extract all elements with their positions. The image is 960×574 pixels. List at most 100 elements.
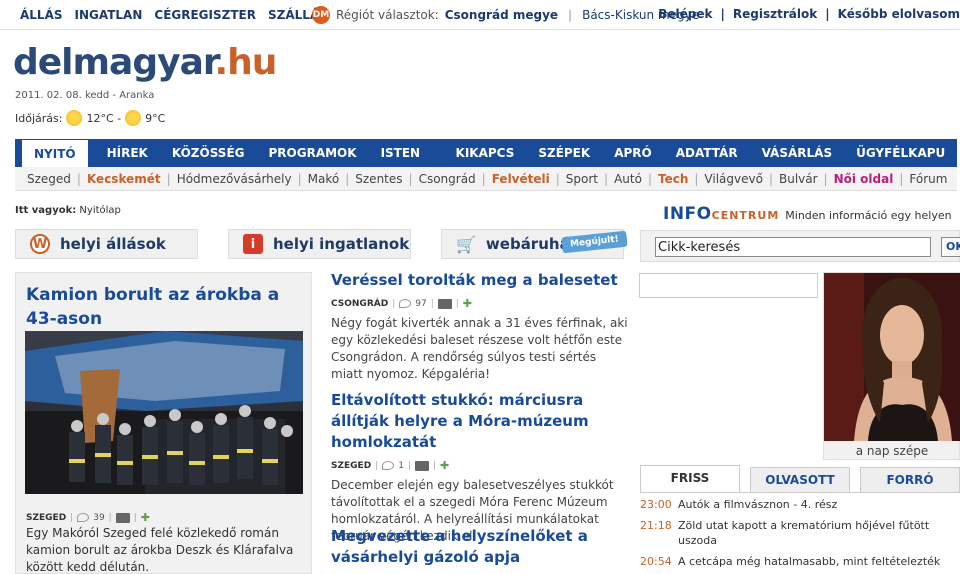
- list-item[interactable]: 20:54 A cetcápa még hatalmasabb, mint fe…: [640, 554, 960, 569]
- featured-city[interactable]: SZEGED: [26, 513, 66, 523]
- breadcrumb-prefix: Itt vagyok:: [15, 205, 77, 216]
- subnav-item[interactable]: Csongrád: [413, 172, 482, 186]
- tab-friss[interactable]: FRISS: [640, 465, 740, 493]
- divider: [640, 492, 960, 493]
- divider: |: [407, 460, 411, 471]
- weather-temp-1: 12°C -: [86, 111, 122, 125]
- sub-nav: Szeged | Kecskemét | Hódmezővásárhely | Makó | S…: [15, 167, 957, 191]
- tab-olvasott[interactable]: OLVASOTT: [750, 467, 850, 493]
- subnav-item[interactable]: Kecskemét: [81, 172, 167, 186]
- subnav-item[interactable]: Makó: [302, 172, 346, 186]
- article-title[interactable]: Megvezette a helyszínelőket a vásárhelyi…: [331, 526, 631, 568]
- infocentrum-logo[interactable]: INFOCENTRUM: [663, 204, 779, 224]
- subnav-item[interactable]: Felvételi: [486, 172, 556, 186]
- article-city[interactable]: CSONGRÁD: [331, 299, 388, 309]
- logo-name: delmagyar: [13, 42, 215, 83]
- nav-item-kikapcs[interactable]: KIKAPCS: [444, 139, 527, 167]
- news-title[interactable]: Autók a filmvásznon - 4. rész: [678, 497, 837, 512]
- news-tabs: FRISS OLVASOTT FORRÓ 23:00 Autók a filmv…: [640, 465, 960, 574]
- top-link-cegregiszter[interactable]: CÉGREGISZTER: [154, 8, 256, 22]
- news-title[interactable]: Zöld utat kapott a krematórium hőjével f…: [678, 518, 960, 548]
- featured-title[interactable]: Kamion borult az árokba a 43-ason: [26, 283, 306, 331]
- nav-item-apro[interactable]: APRÓ: [602, 139, 664, 167]
- realestate-promo-button[interactable]: i helyi ingatlanok: [228, 229, 411, 259]
- region-selector: DM Régiót választok: Csongrád megye | Bá…: [312, 6, 699, 24]
- register-link[interactable]: Regisztrálok: [733, 7, 817, 21]
- divider: |: [133, 512, 137, 523]
- camera-icon: [437, 298, 452, 309]
- divider: |: [568, 8, 573, 22]
- featured-lead: Egy Makóról Szeged felé közlekedő román …: [26, 526, 294, 574]
- article-lead: Négy fogát kiverték annak a 31 éves férf…: [331, 316, 628, 381]
- nav-item-vasarlas[interactable]: VÁSÁRLÁS: [750, 139, 845, 167]
- nav-item-hirek[interactable]: HÍREK: [95, 139, 160, 167]
- featured-photo[interactable]: [25, 331, 303, 494]
- top-links: ÁLLÁS INGATLAN CÉGREGISZTER SZÁLLÁS: [20, 8, 328, 22]
- divider: |: [433, 460, 437, 471]
- share-plus-icon[interactable]: ✚: [440, 459, 449, 472]
- nav-item-programok[interactable]: PROGRAMOK: [257, 139, 369, 167]
- news-title[interactable]: A cetcápa még hatalmasabb, mint feltétel…: [678, 554, 940, 569]
- subnav-item[interactable]: Hódmezővásárhely: [171, 172, 298, 186]
- shopping-cart-icon: 🛒: [456, 234, 476, 254]
- article-title[interactable]: Veréssel torolták meg a balesetet: [331, 270, 631, 291]
- subnav-item[interactable]: Autó: [608, 172, 648, 186]
- divider: |: [430, 298, 434, 309]
- subnav-item[interactable]: Szeged: [21, 172, 77, 186]
- search-panel: OK: [640, 230, 960, 262]
- top-link-ingatlan[interactable]: INGATLAN: [75, 8, 143, 22]
- current-date: 2011. 02. 08. kedd - Aranka: [15, 90, 155, 101]
- list-item[interactable]: 23:00 Autók a filmvásznon - 4. rész: [640, 497, 960, 512]
- article-item: Megvezette a helyszínelőket a vásárhelyi…: [331, 526, 631, 568]
- subnav-item[interactable]: Sport: [560, 172, 604, 186]
- comment-icon: [382, 461, 395, 470]
- featured-comment-count[interactable]: 39: [93, 513, 104, 523]
- main-nav: NYITÓ HÍREK KÖZÖSSÉG PROGRAMOK ISTEN HOZ…: [15, 139, 957, 188]
- divider: |: [70, 512, 74, 523]
- breadcrumb-page[interactable]: Nyitólap: [79, 205, 120, 216]
- login-link[interactable]: Belépek: [658, 7, 712, 21]
- article-title[interactable]: Eltávolított stukkó: márciusra állítják …: [331, 390, 631, 453]
- subnav-item[interactable]: Bulvár: [773, 172, 824, 186]
- subnav-item[interactable]: Női oldal: [828, 172, 900, 186]
- subnav-item[interactable]: Fórum: [903, 172, 953, 186]
- region-label: Régiót választok:: [336, 8, 439, 22]
- article-comment-count[interactable]: 97: [415, 299, 426, 309]
- share-plus-icon[interactable]: ✚: [463, 297, 472, 310]
- featured-meta: SZEGED | 39 | | ✚: [26, 511, 150, 524]
- article-meta: SZEGED | 1 | | ✚: [331, 459, 631, 472]
- search-button[interactable]: OK: [941, 237, 960, 257]
- article-item: Veréssel torolták meg a balesetet CSONGR…: [331, 270, 631, 383]
- tab-forro[interactable]: FORRÓ: [860, 467, 960, 493]
- weather-label: Időjárás:: [15, 111, 63, 125]
- share-plus-icon[interactable]: ✚: [141, 511, 150, 524]
- nav-item-nyito[interactable]: NYITÓ: [21, 139, 89, 167]
- weather-temp-2: 9°C: [145, 111, 166, 125]
- infocentrum-header: INFOCENTRUM Minden információ egy helyen: [663, 204, 952, 224]
- site-logo[interactable]: delmagyar.hu: [13, 42, 277, 83]
- weather-widget[interactable]: Időjárás: 12°C - 9°C: [15, 110, 165, 126]
- shop-promo-button[interactable]: 🛒 webáruház Megújult!: [441, 229, 628, 259]
- subnav-item[interactable]: Tech: [652, 172, 694, 186]
- featured-article: Kamion borult az árokba a 43-ason SZEGED…: [15, 272, 312, 574]
- daily-beauty-photo[interactable]: [824, 273, 960, 441]
- jobs-promo-button[interactable]: W helyi állások: [15, 229, 198, 259]
- camera-icon: [415, 460, 429, 471]
- region-selected[interactable]: Csongrád megye: [445, 8, 558, 22]
- nav-item-kozosseg[interactable]: KÖZÖSSÉG: [160, 139, 257, 167]
- search-input[interactable]: [655, 237, 931, 257]
- list-item[interactable]: 21:18 Zöld utat kapott a krematórium hőj…: [640, 518, 960, 548]
- article-comment-count[interactable]: 1: [398, 461, 404, 471]
- read-later-link[interactable]: Később elolvasom: [838, 7, 960, 21]
- nav-item-ugyfelkapu[interactable]: ÜGYFÉLKAPU: [844, 139, 957, 167]
- divider: |: [392, 298, 396, 309]
- subnav-item[interactable]: Világvevő: [698, 172, 769, 186]
- article-city[interactable]: SZEGED: [331, 461, 371, 471]
- divider: |: [720, 7, 725, 21]
- nav-item-isten-hozta[interactable]: ISTEN HOZTA!: [369, 139, 444, 188]
- top-link-allas[interactable]: ÁLLÁS: [20, 8, 63, 22]
- subnav-item[interactable]: Szentes: [349, 172, 408, 186]
- nav-item-szepek-szepe[interactable]: SZÉPEK SZÉPE: [526, 139, 602, 188]
- daily-beauty-widget[interactable]: a nap szépe: [823, 272, 960, 460]
- nav-item-adattar[interactable]: ADATTÁR: [664, 139, 750, 167]
